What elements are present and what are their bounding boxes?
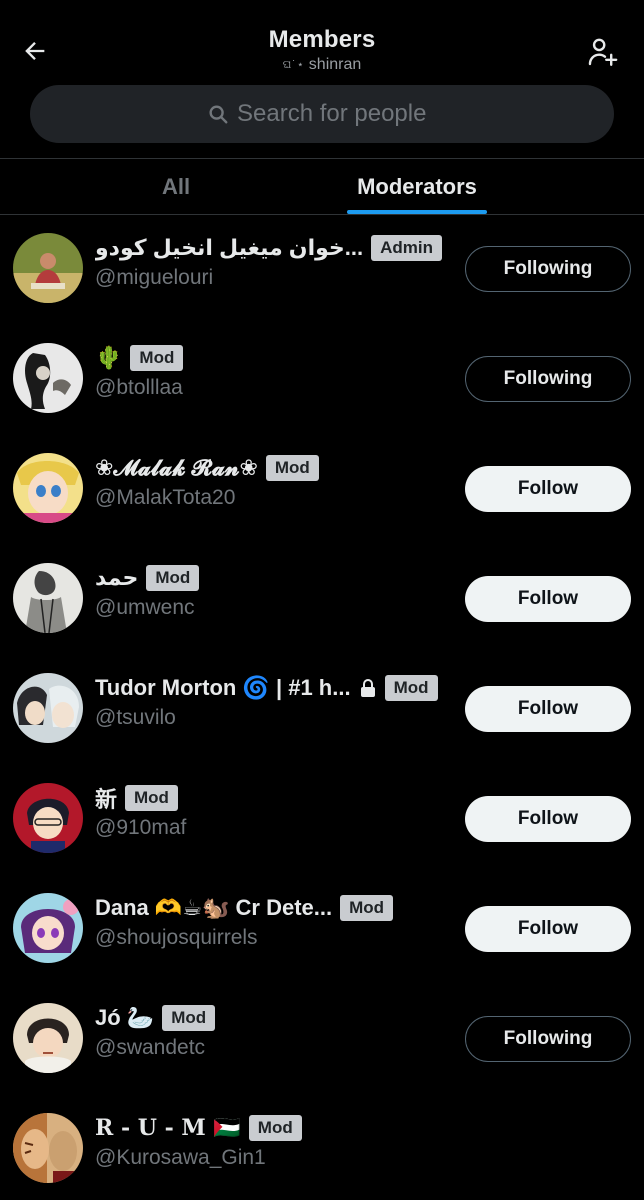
member-name: R - U - M 🇵🇸 (95, 1115, 241, 1141)
role-badge: Mod (384, 675, 438, 701)
member-name: Jó 🦢 (95, 1005, 155, 1030)
member-row[interactable]: 新 Mod @910maf Follow (0, 764, 644, 874)
header-divider (0, 158, 644, 159)
subtitle-decoration: ଘ˙⋆ (282, 59, 305, 71)
follow-button[interactable]: Follow (465, 686, 631, 732)
member-handle: @umwenc (95, 596, 195, 619)
avatar[interactable] (13, 1003, 83, 1073)
search-icon (207, 103, 229, 125)
member-handle: @MalakTota20 (95, 486, 236, 509)
following-button[interactable]: Following (465, 1016, 631, 1062)
avatar[interactable] (13, 783, 83, 853)
community-name: ଘ˙⋆ shinran (0, 56, 644, 74)
member-name: ❀𝓜𝓪𝓵𝓪𝓴 𝓡𝓪𝓷❀ (95, 455, 258, 480)
search-input[interactable] (237, 100, 437, 128)
member-handle: @miguelouri (95, 266, 214, 289)
following-button[interactable]: Following (465, 246, 631, 292)
follow-button[interactable]: Follow (465, 906, 631, 952)
following-button[interactable]: Following (465, 356, 631, 402)
role-badge: Mod (130, 345, 184, 371)
add-member-button[interactable] (582, 32, 622, 72)
avatar[interactable] (13, 563, 83, 633)
follow-button[interactable]: Follow (465, 576, 631, 622)
avatar[interactable] (13, 343, 83, 413)
tab-moderators[interactable]: Moderators (340, 160, 494, 214)
member-name: Tudor Morton 🌀 | #1 h... (95, 675, 351, 700)
page-title: Members (268, 26, 376, 53)
avatar[interactable] (13, 453, 83, 523)
add-person-icon (588, 38, 618, 66)
role-badge: Mod (265, 455, 319, 481)
follow-button[interactable]: Follow (465, 796, 631, 842)
member-handle: @btolllaa (95, 376, 183, 399)
member-name: 新 (95, 787, 118, 812)
role-badge: Mod (146, 565, 200, 591)
member-handle: @shoujosquirrels (95, 926, 258, 949)
tab-all[interactable]: All (0, 160, 352, 214)
top-bar: Members ଘ˙⋆ shinran (0, 0, 644, 84)
role-badge: Mod (162, 1005, 216, 1031)
avatar[interactable] (13, 233, 83, 303)
member-list: خوان ميغيل انخيل كودو... Admin @miguelou… (0, 214, 644, 1200)
tab-bar: All Moderators (0, 160, 644, 214)
member-row[interactable]: خوان ميغيل انخيل كودو... Admin @miguelou… (0, 214, 644, 324)
member-handle: @swandetc (95, 1036, 206, 1059)
member-name: 🌵 (95, 345, 123, 370)
member-handle: @tsuvilo (95, 706, 176, 729)
member-row[interactable]: Jó 🦢 Mod @swandetc Following (0, 984, 644, 1094)
follow-button[interactable]: Follow (465, 466, 631, 512)
member-row[interactable]: R - U - M 🇵🇸 Mod @Kurosawa_Gin1 (0, 1094, 644, 1200)
avatar[interactable] (13, 1113, 83, 1183)
member-handle: @Kurosawa_Gin1 (95, 1146, 266, 1169)
member-row[interactable]: Dana 🫶☕🐿️ Cr Dete... Mod @shoujosquirrel… (0, 874, 644, 984)
member-name: Dana 🫶☕🐿️ Cr Dete... (95, 895, 333, 920)
member-row[interactable]: 🌵 Mod @btolllaa Following (0, 324, 644, 434)
lock-icon (359, 678, 377, 698)
role-badge: Admin (371, 235, 443, 261)
member-row[interactable]: ❀𝓜𝓪𝓵𝓪𝓴 𝓡𝓪𝓷❀ Mod @MalakTota20 Follow (0, 434, 644, 544)
role-badge: Mod (125, 785, 178, 811)
member-handle: @910maf (95, 816, 187, 839)
avatar[interactable] (13, 673, 83, 743)
search-bar[interactable] (30, 85, 614, 143)
member-row[interactable]: Tudor Morton 🌀 | #1 h... Mod @tsuvilo Fo… (0, 654, 644, 764)
community-name-text: shinran (308, 56, 362, 73)
avatar[interactable] (13, 893, 83, 963)
member-row[interactable]: حمد Mod @umwenc Follow (0, 544, 644, 654)
role-badge: Mod (340, 895, 394, 921)
member-name: خوان ميغيل انخيل كودو... (95, 235, 364, 260)
member-name: حمد (95, 565, 139, 590)
role-badge: Mod (248, 1115, 302, 1141)
